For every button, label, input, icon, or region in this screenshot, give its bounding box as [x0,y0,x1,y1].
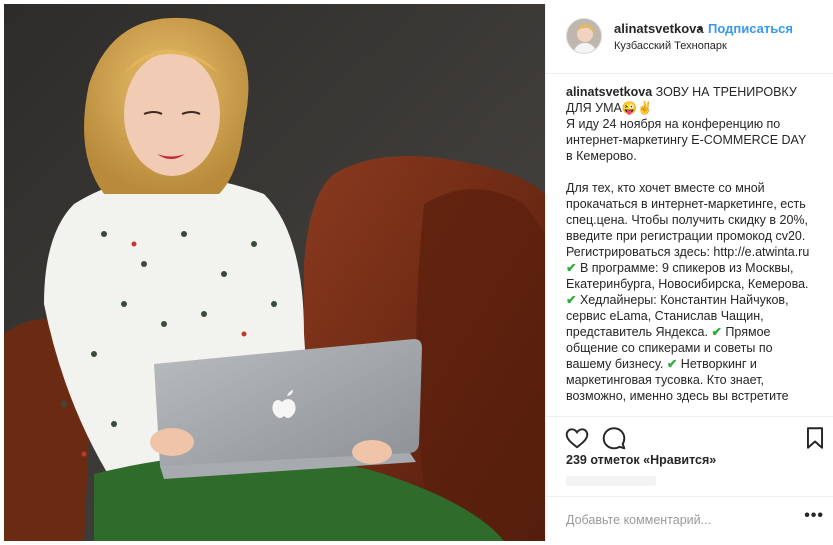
post-header: alinatsvetkova • Подписаться Кузбасский … [546,4,833,74]
check-mark-icon: ✔ [711,325,722,339]
post-location[interactable]: Кузбасский Технопарк [614,40,727,52]
post-caption: alinatsvetkova ЗОВУ НА ТРЕНИРОВКУ ДЛЯ УМ… [566,84,814,414]
comment-icon[interactable] [601,425,627,451]
more-options-icon[interactable]: ••• [804,507,824,525]
caption-promo-text: Для тех, кто хочет вместе со мной прокач… [566,181,810,259]
post-photo[interactable] [4,4,545,541]
caption-username[interactable]: alinatsvetkova [566,85,652,99]
check-mark-icon: ✔ [566,293,577,307]
photo-illustration [4,4,545,541]
heart-icon[interactable] [564,425,590,451]
follow-button[interactable]: Подписаться [708,21,793,36]
bookmark-icon[interactable] [802,425,828,451]
post-sidebar: alinatsvetkova • Подписаться Кузбасский … [545,4,833,541]
check-mark-icon: ✔ [666,357,678,371]
caption-promo-paragraph: Для тех, кто хочет вместе со мной прокач… [566,180,814,292]
caption-headliners-paragraph: ✔ Хедлайнеры: Константин Найчуков, серви… [566,292,814,404]
header-separator: • [698,21,703,36]
avatar[interactable] [566,18,602,54]
caption-first-paragraph: alinatsvetkova ЗОВУ НА ТРЕНИРОВКУ ДЛЯ УМ… [566,84,814,116]
likes-count[interactable]: 239 отметок «Нравится» [566,453,716,467]
comment-bar: ••• [546,496,833,541]
avatar-image [567,19,601,53]
caption-intro: Я иду 24 ноября на конференцию по интерн… [566,117,807,163]
comment-input[interactable] [566,511,786,529]
instagram-post: alinatsvetkova • Подписаться Кузбасский … [0,0,833,545]
post-timestamp [566,476,656,486]
caption-program-text: В программе: 9 спикеров из Москвы, Екате… [566,261,809,291]
post-username[interactable]: alinatsvetkova [614,21,704,36]
check-mark-icon: ✔ [566,261,577,275]
